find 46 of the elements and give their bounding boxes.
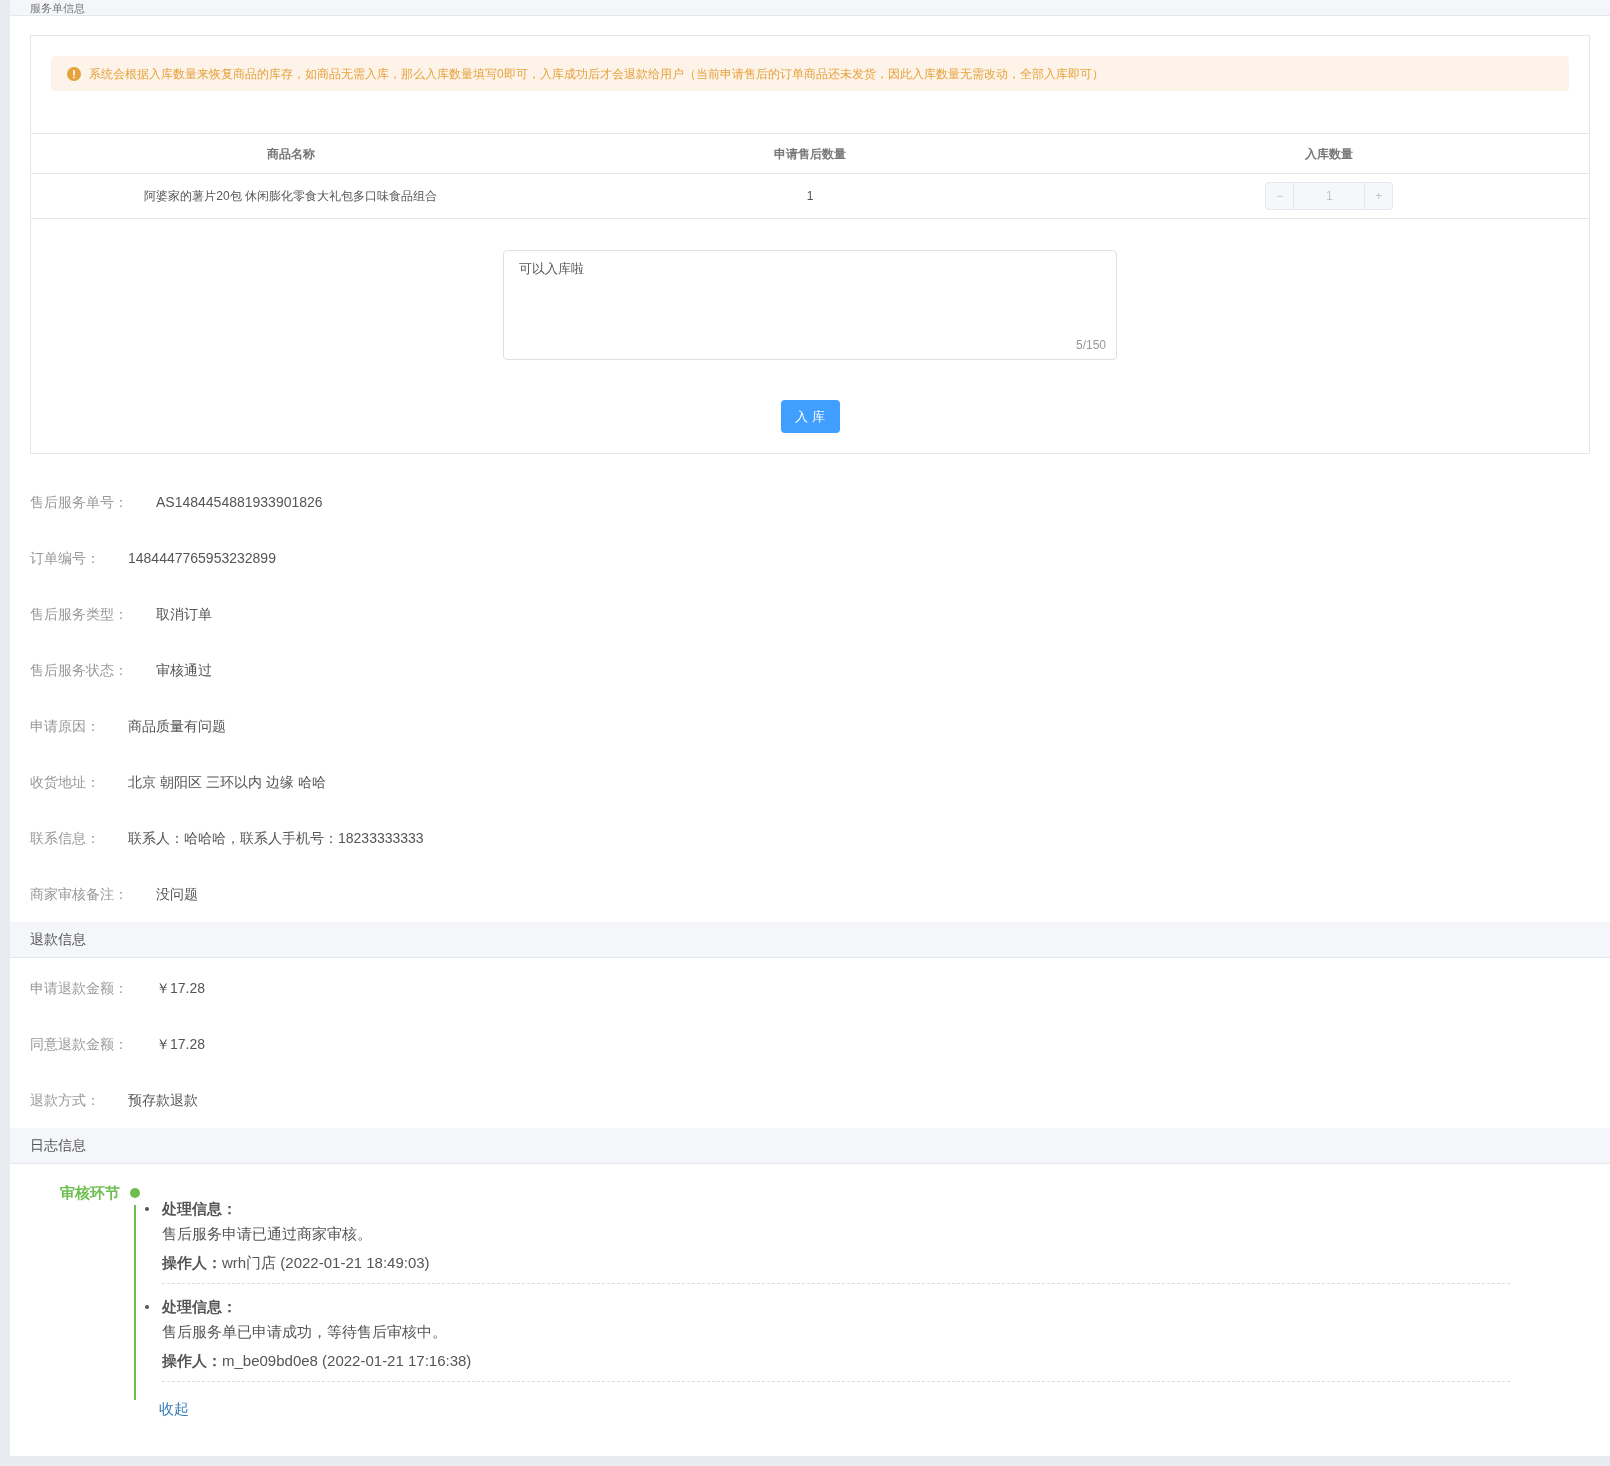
section-header: 日志信息 <box>10 1128 1610 1164</box>
field-label: 订单编号： <box>30 548 100 568</box>
entry-heading: 处理信息： <box>162 1297 238 1317</box>
character-counter: 5/150 <box>1075 337 1106 354</box>
remark-field[interactable]: 可以入库啦 5/150 <box>503 250 1117 360</box>
field-value: AS1484454881933901826 <box>156 492 323 512</box>
section-header: 服务单信息 <box>10 0 1610 16</box>
warning-icon <box>67 66 81 81</box>
field-value: ￥17.28 <box>156 978 206 998</box>
entry-message: 售后服务单已申请成功，等待售后审核中。 <box>162 1322 448 1342</box>
field-value: 1484447765953232899 <box>128 548 276 568</box>
column-header: 商品名称 <box>266 145 315 163</box>
remark-text: 可以入库啦 <box>519 261 584 276</box>
field-label: 商家审核备注： <box>30 884 128 904</box>
field-value: 预存款退款 <box>128 1090 198 1110</box>
field-value: 没问题 <box>156 884 198 904</box>
bullet-icon <box>145 1207 149 1211</box>
alert-text: 系统会根据入库数量来恢复商品的库存，如商品无需入库，那么入库数量填写0即可，入库成功后才会退款给用户（当前申请售后的订单商品还未发货，因此入库数量无需改动，全部入库即可） <box>89 65 1104 83</box>
field-value: ￥17.28 <box>156 1034 206 1054</box>
entry-operator: 操作人：wrh门店 (2022-01-21 18:49:03) <box>162 1253 430 1273</box>
column-header: 申请售后数量 <box>774 145 846 163</box>
field-value: 取消订单 <box>156 604 212 624</box>
bullet-icon <box>145 1305 149 1309</box>
field-label: 申请退款金额： <box>30 978 128 998</box>
product-name: 阿婆家的薯片20包 休闲膨化零食大礼包多口味食品组合 <box>144 188 437 205</box>
entry-heading: 处理信息： <box>162 1199 238 1219</box>
entry-operator: 操作人：m_be09bd0e8 (2022-01-21 17:16:38) <box>162 1351 472 1371</box>
entry-message: 售后服务申请已通过商家审核。 <box>162 1224 373 1244</box>
field-label: 申请原因： <box>30 716 100 736</box>
quantity-cell-text: 1 <box>806 188 814 205</box>
column-header: 入库数量 <box>1305 145 1354 163</box>
field-label: 售后服务状态： <box>30 660 128 680</box>
field-label: 售后服务单号： <box>30 492 128 512</box>
stock-in-button[interactable]: 入 库 <box>780 400 840 433</box>
field-label: 退款方式： <box>30 1090 100 1110</box>
field-label: 同意退款金额： <box>30 1034 128 1054</box>
stage-label: 审核环节 <box>60 1183 120 1203</box>
field-value: 北京 朝阳区 三环以内 边缘 哈哈 <box>128 772 326 792</box>
field-label: 联系信息： <box>30 828 100 848</box>
field-value: 商品质量有问题 <box>128 716 226 736</box>
field-label: 收货地址： <box>30 772 100 792</box>
field-value: 联系人：哈哈哈，联系人手机号：18233333333 <box>128 828 424 848</box>
field-label: 售后服务类型： <box>30 604 128 624</box>
field-value: 审核通过 <box>156 660 212 680</box>
section-header: 退款信息 <box>10 922 1610 958</box>
collapse-link[interactable]: 收起 <box>159 1398 189 1421</box>
